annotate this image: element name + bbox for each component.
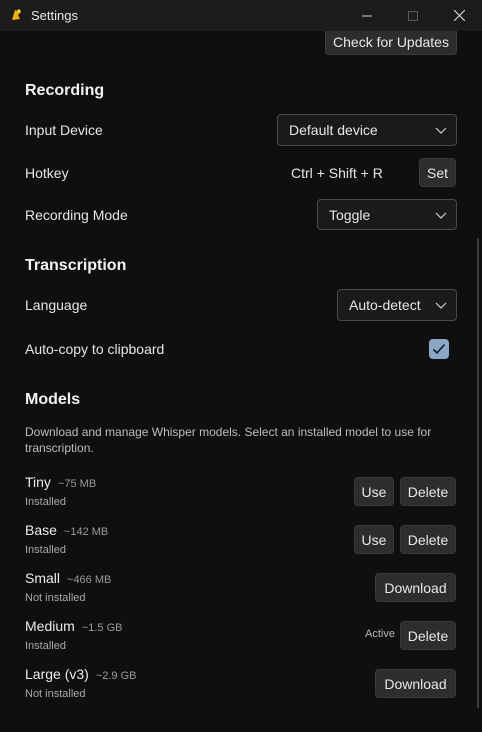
models-description-line1: Download and manage Whisper models. Sele…: [25, 425, 432, 439]
input-device-label: Input Device: [25, 122, 103, 138]
use-label: Use: [361, 483, 387, 500]
model-status: Installed: [25, 640, 66, 652]
chevron-down-icon: [435, 302, 447, 309]
language-select[interactable]: Auto-detect: [337, 289, 457, 321]
delete-model-button[interactable]: Delete: [400, 477, 456, 506]
model-size: ~142 MB: [63, 526, 109, 538]
delete-model-button[interactable]: Delete: [400, 525, 456, 554]
model-row-base: Base ~142 MB Installed: [25, 522, 108, 556]
language-label: Language: [25, 297, 88, 313]
model-row-large: Large (v3) ~2.9 GB Not installed: [25, 666, 136, 700]
download-label: Download: [384, 675, 447, 692]
input-device-value: Default device: [289, 122, 378, 138]
recording-section-title: Recording: [25, 82, 105, 99]
language-value: Auto-detect: [349, 297, 421, 313]
chevron-down-icon: [435, 127, 447, 134]
close-button[interactable]: [436, 0, 482, 31]
recording-mode-select[interactable]: Toggle: [317, 199, 457, 230]
recording-mode-label: Recording Mode: [25, 207, 128, 223]
transcription-section-title: Transcription: [25, 257, 127, 274]
title-bar: Settings: [0, 0, 482, 31]
recording-mode-value: Toggle: [329, 206, 371, 223]
model-status: Installed: [25, 496, 66, 508]
delete-model-button[interactable]: Delete: [400, 621, 456, 650]
use-model-button[interactable]: Use: [354, 477, 394, 506]
download-label: Download: [384, 579, 447, 596]
settings-content[interactable]: Check for Updates Recording Input Device…: [0, 31, 482, 732]
input-device-select[interactable]: Default device: [277, 114, 457, 146]
autocopy-checkbox[interactable]: [429, 339, 449, 359]
models-section-title: Models: [25, 391, 81, 408]
checkmark-icon: [432, 343, 446, 355]
model-row-small: Small ~466 MB Not installed: [25, 570, 111, 604]
active-model-badge: Active: [365, 628, 395, 640]
check-updates-label: Check for Updates: [333, 33, 449, 50]
models-description: Download and manage Whisper models. Sele…: [25, 424, 465, 456]
set-hotkey-button[interactable]: Set: [419, 158, 456, 187]
model-name: Large (v3): [25, 666, 89, 682]
delete-label: Delete: [407, 531, 449, 548]
maximize-icon: [408, 10, 418, 21]
model-size: ~75 MB: [57, 478, 97, 490]
hotkey-label: Hotkey: [25, 165, 69, 181]
delete-label: Delete: [407, 627, 449, 644]
app-logo-icon: [12, 9, 21, 20]
model-name: Medium: [25, 618, 75, 634]
model-name: Small: [25, 570, 61, 586]
close-icon: [453, 10, 465, 21]
model-status: Installed: [25, 544, 66, 556]
models-description-line2: transcription.: [25, 441, 94, 455]
model-row-medium: Medium ~1.5 GB Installed: [25, 618, 122, 652]
use-model-button[interactable]: Use: [354, 525, 394, 554]
hotkey-value: Ctrl + Shift + R: [291, 165, 383, 181]
maximize-button[interactable]: [390, 0, 436, 31]
model-name: Base: [25, 522, 57, 538]
model-size: ~1.5 GB: [81, 622, 123, 634]
use-label: Use: [361, 531, 387, 548]
delete-label: Delete: [407, 483, 449, 500]
model-size: ~2.9 GB: [95, 670, 137, 682]
scrollbar[interactable]: [477, 238, 479, 708]
model-row-tiny: Tiny ~75 MB Installed: [25, 474, 96, 508]
set-hotkey-label: Set: [426, 164, 448, 181]
check-updates-button[interactable]: Check for Updates: [325, 31, 457, 55]
window-title: Settings: [31, 8, 78, 23]
minimize-button[interactable]: [344, 0, 390, 31]
chevron-down-icon: [435, 212, 447, 219]
model-name: Tiny: [25, 474, 51, 490]
model-status: Not installed: [25, 688, 86, 700]
autocopy-label: Auto-copy to clipboard: [25, 341, 165, 357]
model-status: Not installed: [25, 592, 86, 604]
minimize-icon: [362, 15, 372, 16]
download-model-button[interactable]: Download: [375, 573, 456, 602]
download-model-button[interactable]: Download: [375, 669, 456, 698]
model-size: ~466 MB: [67, 574, 112, 586]
